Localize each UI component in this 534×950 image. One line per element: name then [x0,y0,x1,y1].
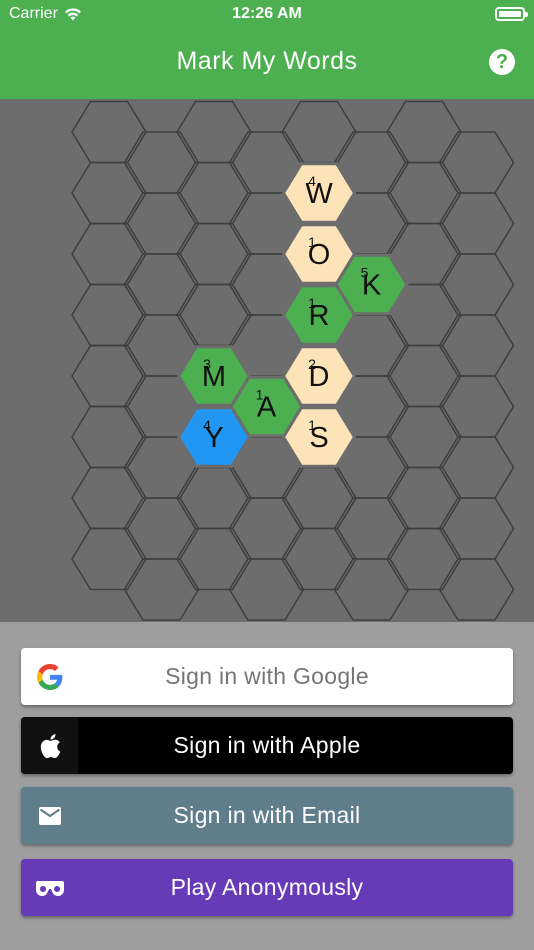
empty-hex-cell[interactable] [281,466,357,530]
empty-hex-cell[interactable] [438,558,515,621]
empty-hex-cell[interactable] [123,192,200,255]
empty-hex-cell[interactable] [123,131,200,194]
empty-hex-cell[interactable] [438,253,515,316]
empty-hex-cell[interactable] [438,497,515,560]
email-signin-label: Sign in with Email [173,802,361,828]
empty-hex-cell[interactable] [333,497,410,560]
empty-hex-cell[interactable] [386,100,462,164]
empty-hex-cell[interactable] [123,497,200,560]
google-signin-label: Sign in with Google [165,663,369,689]
tile-score: 1 [308,234,316,250]
tile-score: 4 [308,173,316,189]
tile-score: 3 [203,356,211,372]
empty-hex-cell[interactable] [71,405,147,469]
empty-hex-cell[interactable] [176,466,252,530]
tile-score: 1 [256,387,264,403]
empty-hex-cell[interactable] [386,344,462,408]
empty-hex-cell[interactable] [176,527,252,591]
hex-grid: W4O1K5R1A1D2M3Y4 S1 [71,100,515,621]
empty-hex-cell[interactable] [386,161,462,225]
anonymous-play-button[interactable]: Play Anonymously [21,859,513,916]
empty-hex-cell[interactable] [71,161,147,225]
status-bar: Carrier 12:26 AM [0,0,534,28]
empty-hex-cell[interactable] [438,375,515,438]
empty-hex-cell[interactable] [71,283,147,347]
empty-hex-cell[interactable] [71,527,147,591]
empty-hex-cell[interactable] [438,436,515,499]
empty-hex-cell[interactable] [281,100,357,164]
empty-hex-cell[interactable] [71,466,147,530]
empty-hex-cell[interactable] [123,558,200,621]
empty-hex-cell[interactable] [228,558,305,621]
empty-hex-cell[interactable] [71,222,147,286]
empty-hex-cell[interactable] [438,192,515,255]
empty-hex-cell[interactable] [176,283,252,347]
empty-hex-cell[interactable] [281,527,357,591]
tile-score: 5 [361,265,369,281]
empty-hex-cell[interactable] [386,466,462,530]
empty-hex-cell[interactable] [386,405,462,469]
game-board: W4O1K5R1A1D2M3Y4S1 [0,99,534,622]
empty-hex-cell[interactable] [71,100,147,164]
letter-tile-w[interactable]: W4 [281,162,357,224]
tile-score: 4 [203,417,211,433]
tile-score: 1 [308,417,316,433]
empty-hex-cell[interactable] [176,100,252,164]
empty-hex-cell[interactable] [228,497,305,560]
empty-hex-cell[interactable] [438,131,515,194]
empty-hex-cell[interactable] [71,344,147,408]
email-signin-button[interactable]: Sign in with Email [21,787,513,844]
tile-score: 1 [308,295,316,311]
tile-score: 2 [308,356,316,372]
empty-hex-cell[interactable] [333,558,410,621]
anonymous-play-label: Play Anonymously [170,874,364,900]
empty-hex-cell[interactable] [123,253,200,316]
empty-hex-cell[interactable] [386,527,462,591]
empty-hex-cell[interactable] [438,314,515,377]
battery-icon [495,7,528,21]
empty-hex-cell[interactable] [176,222,252,286]
status-time: 12:26 AM [232,5,302,22]
apple-signin-label: Sign in with Apple [173,732,361,758]
app-title: Mark My Words [176,47,358,75]
apple-signin-button[interactable]: Sign in with Apple [21,717,513,774]
google-signin-button[interactable]: Sign in with Google [21,648,513,705]
help-icon[interactable]: ? [489,49,515,75]
empty-hex-cell[interactable] [176,161,252,225]
signin-panel: Sign in with Google Sign in with Apple S… [0,622,534,950]
